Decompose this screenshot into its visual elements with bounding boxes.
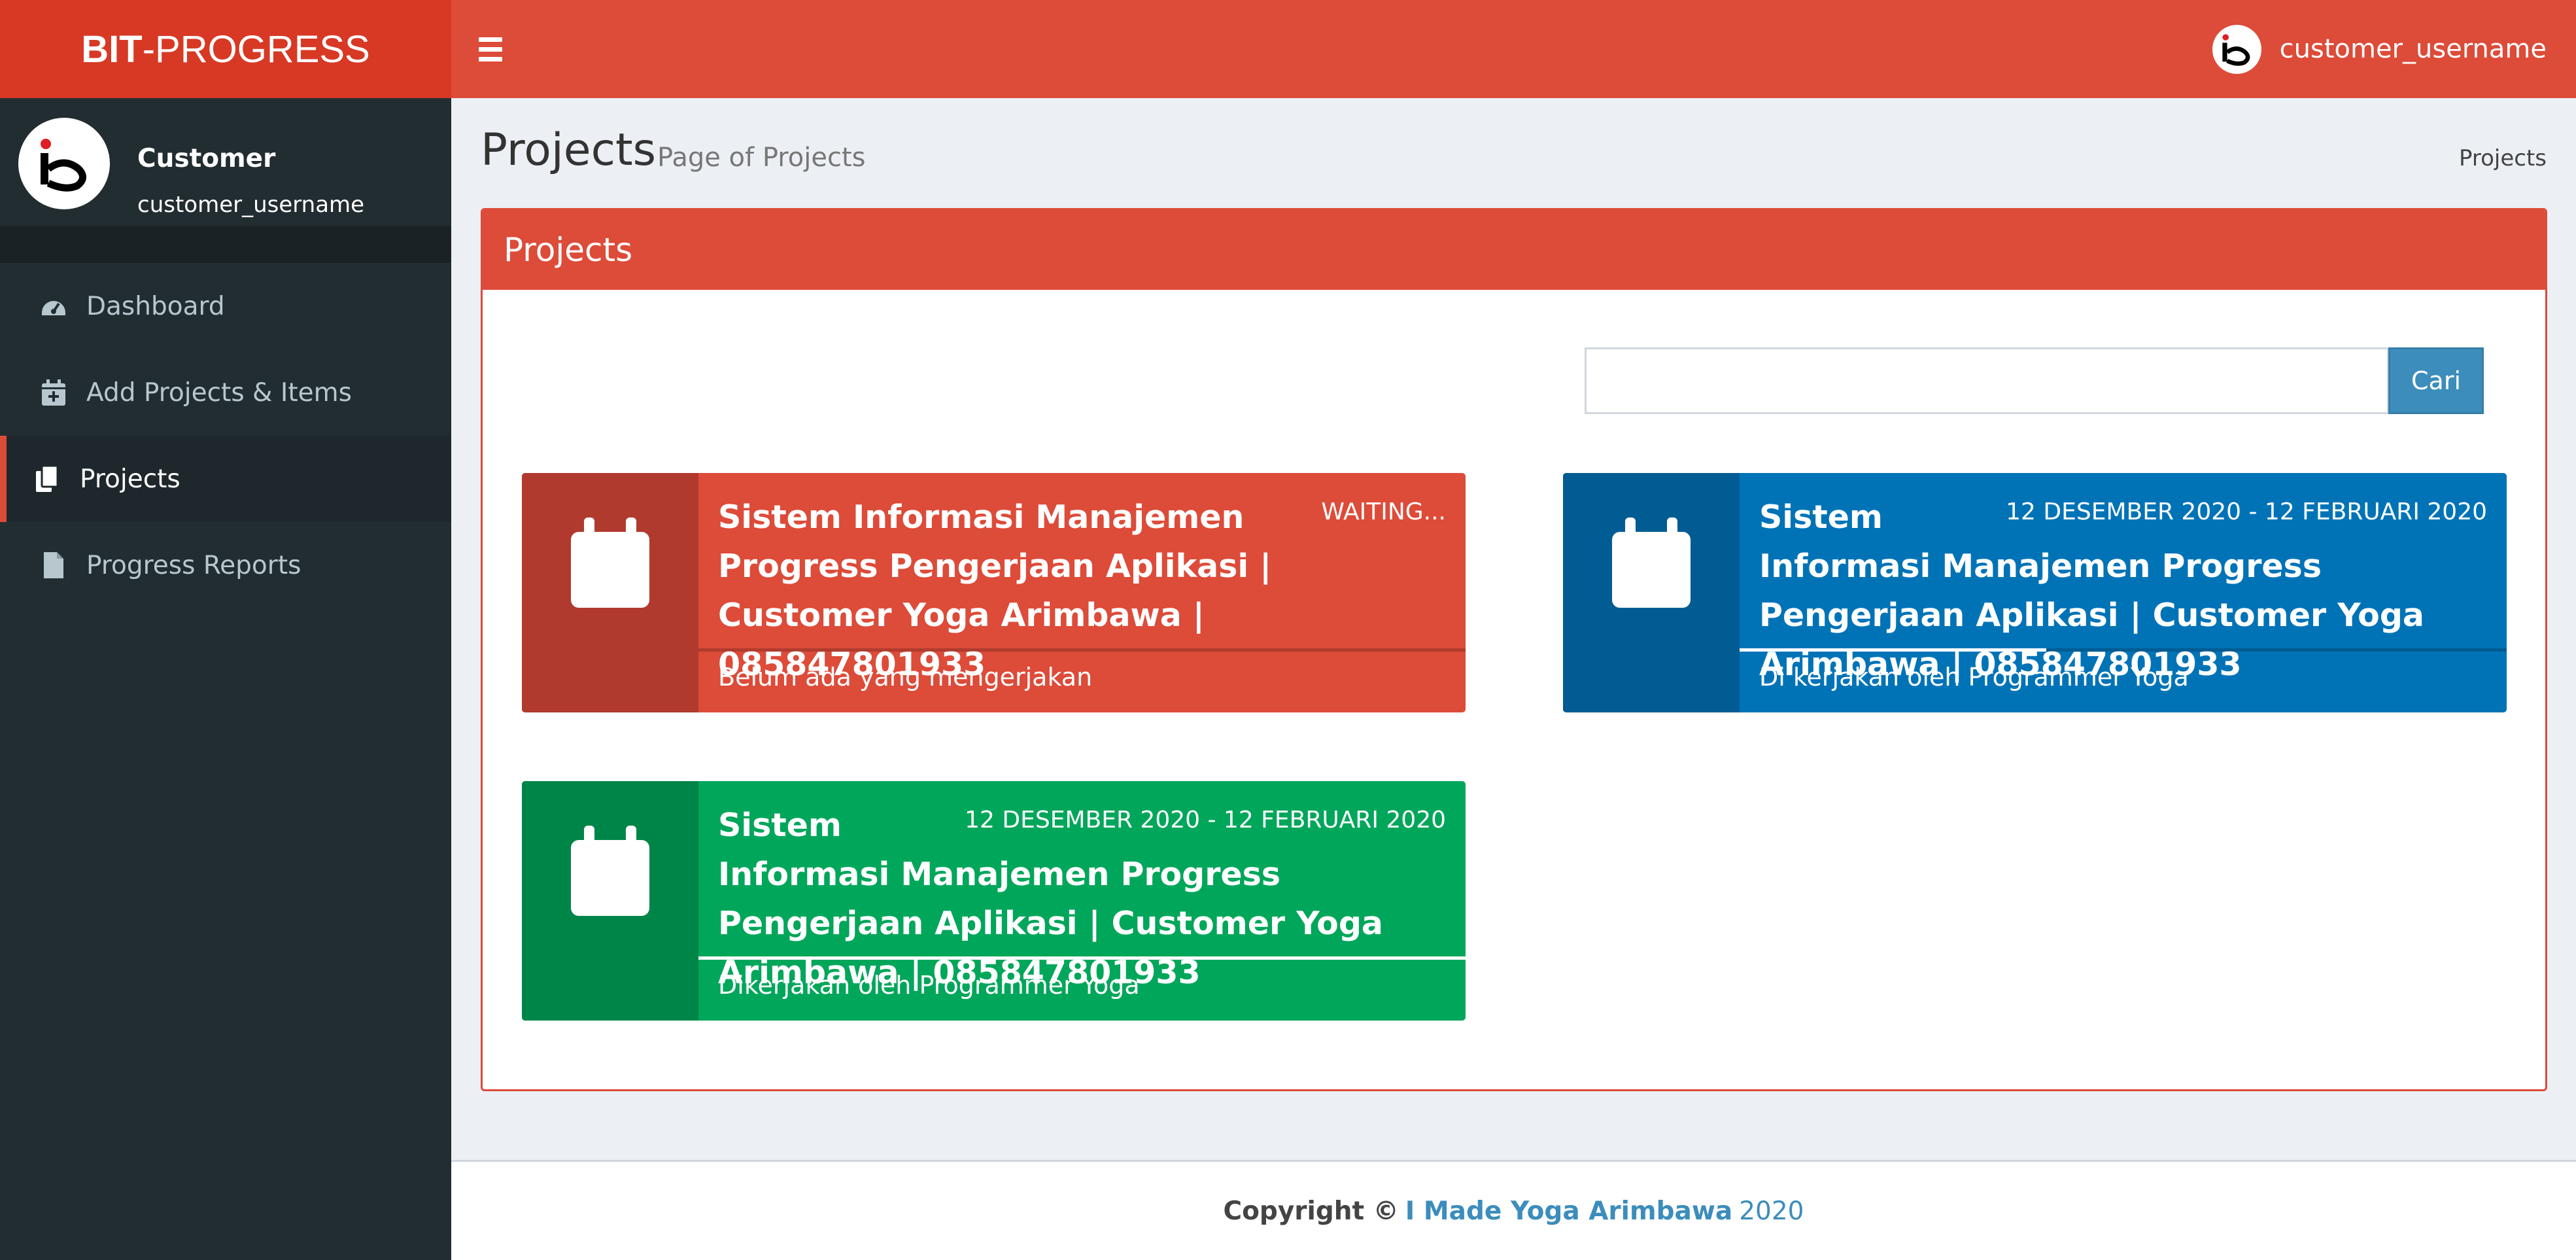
project-date: 12 DESEMBER 2020 - 12 FEBRUARI 2020 xyxy=(2006,499,2487,525)
file-icon xyxy=(39,551,68,580)
user-panel: Customer customer_username xyxy=(0,98,451,226)
search-button[interactable]: Cari xyxy=(2388,347,2484,414)
brand-logo[interactable]: BIT -PROGRESS xyxy=(0,0,451,98)
user-panel-name: Customer xyxy=(137,144,276,173)
project-progress xyxy=(698,648,1466,652)
sidebar-item-projects[interactable]: Projects xyxy=(0,436,451,522)
user-menu[interactable]: customer_username xyxy=(2212,23,2547,75)
calendar-icon xyxy=(1563,473,1740,712)
project-title: Sistem Informasi Manajemen Progress Peng… xyxy=(718,499,1272,683)
sidebar: Customer customer_username Dashboard Add… xyxy=(0,98,451,1260)
sidebar-item-add-projects[interactable]: Add Projects & Items xyxy=(0,349,451,436)
nav-username: customer_username xyxy=(2279,34,2547,64)
progress-bar xyxy=(1740,648,2047,652)
dashboard-icon xyxy=(39,292,68,321)
breadcrumb[interactable]: Projects xyxy=(2459,145,2547,171)
copyright-year: 2020 xyxy=(1739,1196,1804,1226)
project-status: Dikerjakan oleh Programmer Yoga xyxy=(718,971,1140,1000)
user-panel-username: customer_username xyxy=(137,192,365,218)
sidebar-item-progress-reports[interactable]: Progress Reports xyxy=(0,522,451,608)
user-logo-icon xyxy=(2222,34,2250,66)
sidebar-item-label: Add Projects & Items xyxy=(86,377,352,408)
avatar xyxy=(18,118,110,209)
project-status: Di kerjakan oleh Programmer Yoga xyxy=(1759,663,2189,691)
brand-bold: BIT xyxy=(81,27,143,71)
sidebar-item-label: Progress Reports xyxy=(86,550,301,580)
page-footer: Copyright © I Made Yoga Arimbawa 2020 xyxy=(451,1160,2576,1260)
project-status: Belum ada yang mengerjakan xyxy=(718,663,1093,691)
calendar-icon xyxy=(522,781,698,1021)
project-title-block: 12 DESEMBER 2020 - 12 FEBRUARI 2020 Sist… xyxy=(718,801,1446,997)
copy-icon xyxy=(33,464,61,493)
box-title: Projects xyxy=(483,210,2545,290)
calendar-icon xyxy=(522,473,698,712)
copyright-label: Copyright © xyxy=(1223,1196,1399,1226)
project-date: WAITING... xyxy=(1321,499,1446,525)
project-progress xyxy=(698,956,1466,960)
project-title-block: WAITING... Sistem Informasi Manajemen Pr… xyxy=(718,493,1446,689)
project-date: 12 DESEMBER 2020 - 12 FEBRUARI 2020 xyxy=(965,807,1446,833)
page-title: Projects xyxy=(481,124,657,176)
project-title-block: 12 DESEMBER 2020 - 12 FEBRUARI 2020 Sist… xyxy=(1759,493,2487,689)
project-card[interactable]: 12 DESEMBER 2020 - 12 FEBRUARI 2020 Sist… xyxy=(1563,473,2507,712)
sidebar-item-label: Dashboard xyxy=(86,291,225,321)
calendar-plus-icon xyxy=(39,378,68,407)
progress-bar xyxy=(698,956,1466,960)
sidebar-divider xyxy=(0,226,451,263)
project-card[interactable]: WAITING... Sistem Informasi Manajemen Pr… xyxy=(522,473,1466,712)
projects-box: Projects Cari WAITING... Sistem Informas… xyxy=(481,208,2547,1091)
author-link[interactable]: I Made Yoga Arimbawa xyxy=(1405,1197,1732,1226)
project-progress xyxy=(1740,648,2507,652)
search-input[interactable] xyxy=(1585,347,2389,414)
avatar xyxy=(2212,24,2261,74)
user-logo-icon xyxy=(41,139,86,192)
sidebar-item-label: Projects xyxy=(80,464,180,494)
hamburger-icon[interactable] xyxy=(479,33,511,65)
top-navbar: customer_username xyxy=(451,0,2576,98)
page-subtitle: Page of Projects xyxy=(657,143,866,173)
sidebar-item-dashboard[interactable]: Dashboard xyxy=(0,263,451,349)
project-card[interactable]: 12 DESEMBER 2020 - 12 FEBRUARI 2020 Sist… xyxy=(522,781,1466,1021)
brand-rest: -PROGRESS xyxy=(142,27,370,71)
